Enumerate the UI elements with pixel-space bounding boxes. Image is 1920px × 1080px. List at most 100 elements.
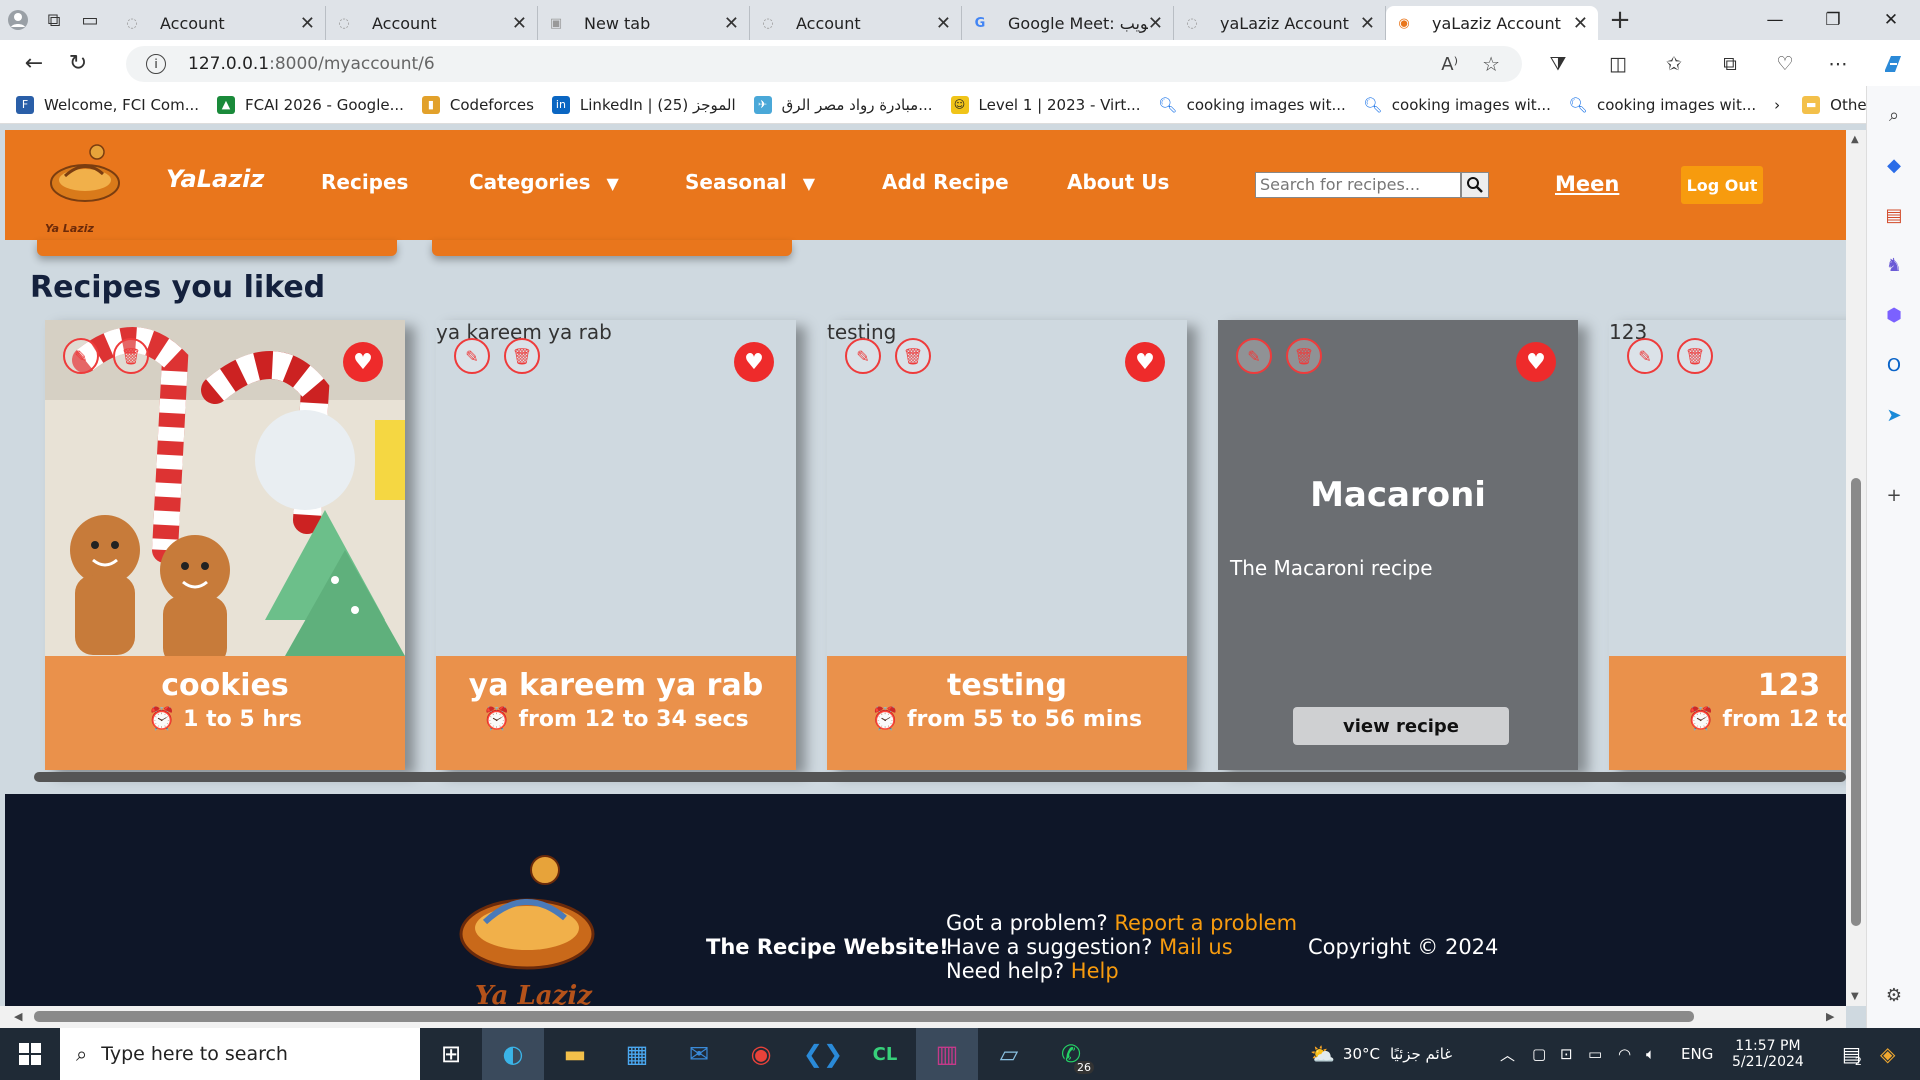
edit-pencil-icon[interactable]: ✎ [1627, 338, 1663, 374]
site-brand[interactable]: YaLaziz [166, 165, 264, 193]
delete-trash-icon[interactable]: 🗑︎ [895, 338, 931, 374]
nav-about[interactable]: About Us [1067, 170, 1169, 194]
winrar-icon[interactable]: ▥ [916, 1028, 978, 1080]
delete-trash-icon[interactable]: 🗑︎ [1286, 338, 1322, 374]
taskbar-search-box[interactable]: ⌕ Type here to search [60, 1028, 420, 1080]
browser-essentials-icon[interactable]: ♡ [1768, 48, 1802, 80]
bookmark-item[interactable]: F Welcome, FCI Com... [16, 95, 199, 114]
task-view-icon[interactable]: ⊞ [420, 1028, 482, 1080]
delete-trash-icon[interactable]: 🗑︎ [113, 338, 149, 374]
games-icon[interactable]: ♞ [1881, 252, 1907, 278]
tab-new-tab[interactable]: ▣ New tab ✕ [538, 6, 750, 40]
tab-yalaziz-active[interactable]: ◉ yaLaziz Account ✕ [1386, 6, 1598, 40]
close-icon[interactable]: ✕ [936, 13, 951, 34]
close-icon[interactable]: ✕ [512, 13, 527, 34]
show-hidden-icons-chevron-icon[interactable]: ︿ [1500, 1028, 1515, 1080]
edit-pencil-icon[interactable]: ✎ [845, 338, 881, 374]
send-icon[interactable]: ➤ [1881, 402, 1907, 428]
site-logo[interactable] [45, 138, 125, 228]
close-icon[interactable]: ✕ [1148, 13, 1163, 34]
like-heart-icon[interactable]: ♥ [1516, 342, 1556, 382]
mail-icon[interactable]: ✉ [668, 1028, 730, 1080]
tab-account-2[interactable]: ◌ Account ✕ [326, 6, 538, 40]
file-explorer-icon[interactable]: ▬ [544, 1028, 606, 1080]
add-icon[interactable]: + [1881, 482, 1907, 508]
recipe-card-ya-kareem[interactable]: ya kareem ya rab ✎ 🗑︎ ♥ ya kareem ya rab… [436, 320, 796, 770]
close-icon[interactable]: ✕ [724, 13, 739, 34]
search-icon[interactable]: ⌕ [1881, 102, 1907, 128]
toolbox-icon[interactable]: ▤ [1881, 202, 1907, 228]
nav-categories[interactable]: Categories ▼ [469, 170, 619, 194]
clock[interactable]: 11:57 PM 5/21/2024 [1732, 1028, 1804, 1080]
horizontal-scroll-thumb[interactable] [34, 1011, 1694, 1022]
clion-icon[interactable]: CL [854, 1028, 916, 1080]
view-recipe-button[interactable]: view recipe [1293, 707, 1509, 745]
meet-now-icon[interactable]: ▢ [1532, 1028, 1546, 1080]
tab-account-3[interactable]: ◌ Account ✕ [750, 6, 962, 40]
close-window-button[interactable]: ✕ [1862, 0, 1920, 40]
copilot-taskbar-icon[interactable]: ◈ [1880, 1028, 1895, 1080]
search-button[interactable] [1461, 172, 1489, 198]
close-icon[interactable]: ✕ [1360, 13, 1375, 34]
edit-pencil-icon[interactable]: ✎ [454, 338, 490, 374]
bookmarks-overflow-chevron-icon[interactable]: › [1774, 96, 1780, 114]
edit-pencil-icon[interactable]: ✎ [1236, 338, 1272, 374]
edge-taskbar-icon[interactable]: ◐ [482, 1028, 544, 1080]
favorites-icon[interactable]: ✩ [1657, 48, 1691, 80]
notifications-icon[interactable]: ▤ 2 [1842, 1028, 1862, 1080]
scroll-down-arrow-icon[interactable]: ▼ [1851, 991, 1859, 1002]
url-bar[interactable]: i 127.0.0.1:8000/myaccount/6 A⁾ ☆ [126, 46, 1522, 82]
copilot-icon[interactable] [1876, 48, 1910, 80]
minimize-button[interactable]: — [1746, 0, 1804, 40]
delete-trash-icon[interactable]: 🗑︎ [1677, 338, 1713, 374]
cards-horizontal-scrollbar[interactable] [34, 772, 1846, 782]
chrome-icon[interactable]: ◉ [730, 1028, 792, 1080]
new-tab-button[interactable]: + [1598, 0, 1642, 40]
vertical-scroll-thumb[interactable] [1851, 478, 1861, 926]
copilot-app-icon[interactable]: ⬢ [1881, 302, 1907, 328]
scroll-left-arrow-icon[interactable]: ◀ [14, 1010, 22, 1023]
collections-icon[interactable]: ⧉ [1713, 48, 1747, 80]
refresh-button[interactable]: ↻ [56, 43, 100, 83]
settings-gear-icon[interactable]: ⚙ [1881, 982, 1907, 1008]
whatsapp-icon[interactable]: ✆ 26 [1040, 1028, 1102, 1080]
logout-button[interactable]: Log Out [1681, 166, 1763, 204]
back-button[interactable]: ← [12, 43, 56, 83]
bookmark-item[interactable]: ✈ مبادرة رواد مصر الرق... [753, 95, 933, 114]
close-icon[interactable]: ✕ [1573, 13, 1588, 34]
bookmark-item[interactable]: in LinkedIn | الموجز (25) [551, 95, 736, 114]
user-name-link[interactable]: Meen [1555, 172, 1619, 196]
language-indicator[interactable]: ENG [1681, 1028, 1713, 1080]
weather-widget[interactable]: ⛅ 30°C غائم جزئيًا [1310, 1028, 1452, 1080]
windows-start-button[interactable] [0, 1028, 60, 1080]
site-info-icon[interactable]: i [146, 54, 166, 74]
volume-icon[interactable]: 🔈︎ [1646, 1028, 1655, 1080]
bookmark-item[interactable]: ▮ Codeforces [421, 95, 534, 114]
nav-recipes[interactable]: Recipes [321, 170, 408, 194]
nav-add-recipe[interactable]: Add Recipe [882, 170, 1009, 194]
notepad-icon[interactable]: ▱ [978, 1028, 1040, 1080]
bookmark-item[interactable]: 🔍︎ cooking images wit... [1158, 96, 1346, 114]
outlook-icon[interactable]: O [1881, 352, 1907, 378]
bookmark-item[interactable]: 🔍︎ cooking images wit... [1568, 96, 1756, 114]
tag-icon[interactable]: ◆ [1881, 152, 1907, 178]
edit-pencil-icon[interactable]: ✎ [63, 338, 99, 374]
workspaces-icon[interactable]: ⧉ [36, 0, 72, 40]
close-icon[interactable]: ✕ [300, 13, 315, 34]
profile-icon[interactable] [0, 0, 36, 40]
split-screen-icon[interactable]: ◫ [1601, 48, 1635, 80]
recipe-card-123[interactable]: 123 ✎ 🗑︎ 123 ⏰ from 12 to 22 [1609, 320, 1846, 770]
bookmark-item[interactable]: ☺ Level 1 | 2023 - Virt... [950, 95, 1141, 114]
recipe-search-input[interactable]: Search for recipes... [1255, 172, 1461, 198]
like-heart-icon[interactable]: ♥ [343, 342, 383, 382]
tab-yalaziz-1[interactable]: ◌ yaLaziz Account ✕ [1174, 6, 1386, 40]
delete-trash-icon[interactable]: 🗑︎ [504, 338, 540, 374]
bookmark-item[interactable]: ▲ FCAI 2026 - Google... [217, 95, 404, 114]
microsoft-store-icon[interactable]: ▦ [606, 1028, 668, 1080]
display-icon[interactable]: ⊡ [1560, 1028, 1573, 1080]
like-heart-icon[interactable]: ♥ [734, 342, 774, 382]
report-problem-link[interactable]: Report a problem [1114, 911, 1297, 935]
extensions-icon[interactable]: ⧩ [1541, 48, 1575, 80]
recipe-card-macaroni[interactable]: ✎ 🗑︎ ♥ Macaroni The Macaroni recipe view… [1218, 320, 1578, 770]
nav-seasonal[interactable]: Seasonal ▼ [685, 170, 815, 194]
